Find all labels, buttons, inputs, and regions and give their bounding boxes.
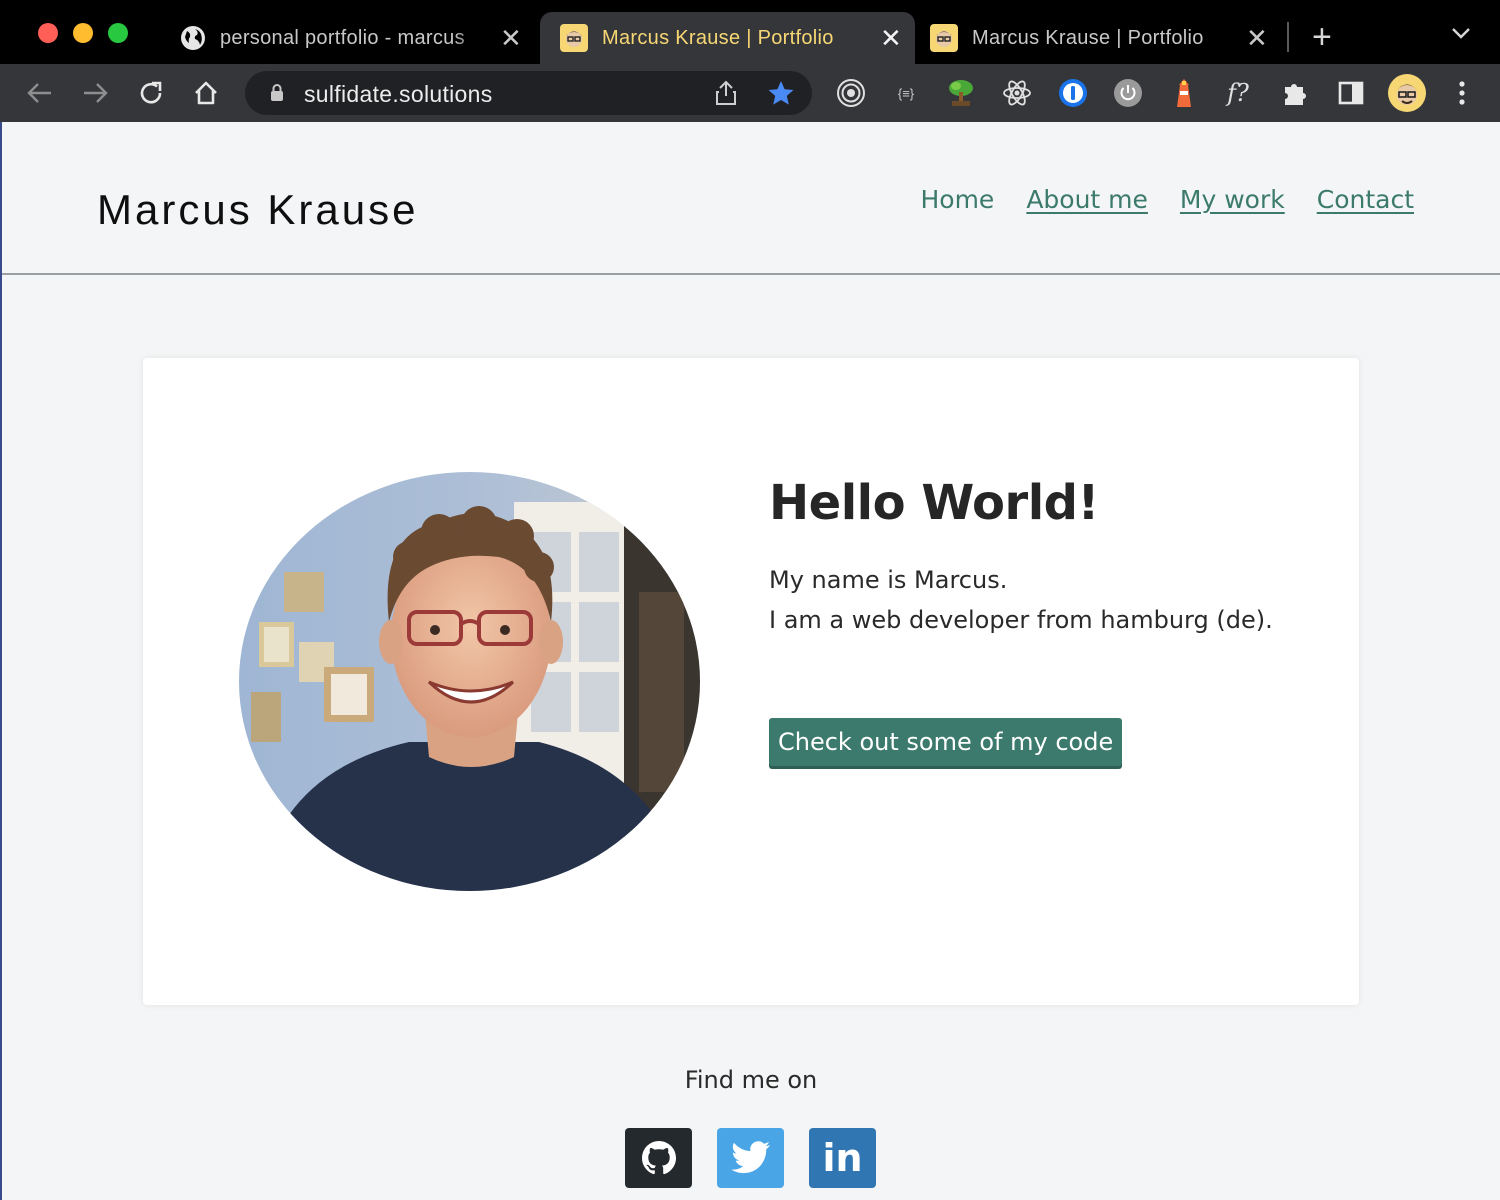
linkedin-link[interactable]: in: [809, 1128, 876, 1188]
bookmark-star-icon[interactable]: [767, 80, 795, 106]
profile-photo: [239, 472, 700, 891]
lighthouse-icon[interactable]: [1168, 77, 1200, 109]
fonts-ninja-label: f?: [1227, 79, 1249, 107]
react-devtools-icon[interactable]: [1001, 77, 1033, 109]
profile-avatar-icon[interactable]: [1388, 74, 1426, 112]
tab-title: Marcus Krause | Portfolio: [972, 26, 1204, 49]
chevron-down-icon[interactable]: [1450, 26, 1472, 40]
1password-icon[interactable]: [1057, 77, 1089, 109]
tab-title: personal portfolio - marcus: [220, 26, 465, 49]
url-text: sulfidate.solutions: [304, 81, 493, 107]
site-name[interactable]: Marcus Krause: [97, 186, 418, 234]
lock-icon: [271, 84, 283, 101]
tab-marcus-krause-portfolio[interactable]: Marcus Krause | Portfolio ✕: [930, 12, 1275, 64]
json-formatter-icon[interactable]: {≡}: [890, 77, 922, 109]
twitter-link[interactable]: [717, 1128, 784, 1188]
web-page: Marcus Krause Home About me My work Cont…: [2, 122, 1500, 1200]
nav-contact[interactable]: Contact: [1317, 185, 1414, 214]
hero-intro-role: I am a web developer from hamburg (de).: [769, 606, 1273, 634]
new-tab-icon[interactable]: +: [1312, 20, 1332, 54]
twitter-icon: [730, 1141, 770, 1174]
find-me-heading: Find me on: [684, 1066, 818, 1094]
close-window-button[interactable]: [38, 23, 58, 43]
site-header: Marcus Krause Home About me My work Cont…: [2, 122, 1500, 275]
close-tab-icon[interactable]: ✕: [880, 25, 902, 51]
bonsai-extension-icon[interactable]: [945, 77, 977, 109]
linkedin-icon: in: [822, 1136, 863, 1180]
more-menu-icon[interactable]: [1446, 77, 1478, 109]
hero-card: Hello World! My name is Marcus. I am a w…: [143, 358, 1359, 1005]
side-panel-icon[interactable]: [1335, 77, 1367, 109]
power-extension-icon[interactable]: [1112, 77, 1144, 109]
tab-marcus-krause-portfolio-active[interactable]: Marcus Krause | Portfolio ✕: [540, 12, 915, 64]
nav-home[interactable]: Home: [920, 185, 994, 214]
home-icon[interactable]: [191, 78, 221, 108]
json-formatter-label: {≡}: [897, 85, 915, 101]
github-icon: [641, 1141, 676, 1175]
tab-strip: personal portfolio - marcus ✕ Marcus Kra…: [0, 0, 1500, 64]
globe-icon: [181, 26, 205, 50]
hero-title: Hello World!: [769, 475, 1099, 531]
github-link[interactable]: [625, 1128, 692, 1188]
forward-arrow-icon[interactable]: [80, 78, 110, 108]
main-nav: Home About me My work Contact: [920, 185, 1414, 214]
avatar-favicon-icon: [930, 24, 958, 52]
puzzle-extensions-icon[interactable]: [1279, 77, 1311, 109]
minimize-window-button[interactable]: [73, 23, 93, 43]
back-arrow-icon[interactable]: [25, 78, 55, 108]
avatar-favicon-icon: [560, 24, 588, 52]
tab-personal-portfolio[interactable]: personal portfolio - marcus ✕: [180, 12, 530, 64]
fonts-ninja-icon[interactable]: f?: [1222, 77, 1254, 109]
tab-divider: [1287, 22, 1289, 52]
nav-about-me[interactable]: About me: [1026, 185, 1148, 214]
share-icon[interactable]: [715, 80, 737, 106]
reload-icon[interactable]: [136, 78, 166, 108]
close-tab-icon[interactable]: ✕: [1246, 25, 1268, 51]
hero-intro-name: My name is Marcus.: [769, 566, 1008, 594]
nav-my-work[interactable]: My work: [1180, 185, 1285, 214]
address-bar[interactable]: sulfidate.solutions: [245, 71, 812, 115]
target-extension-icon[interactable]: [835, 77, 867, 109]
browser-toolbar: sulfidate.solutions {≡} f?: [0, 64, 1500, 122]
tab-title: Marcus Krause | Portfolio: [602, 26, 834, 49]
close-tab-icon[interactable]: ✕: [500, 25, 522, 51]
check-out-code-button[interactable]: Check out some of my code: [769, 718, 1123, 766]
zoom-window-button[interactable]: [108, 23, 128, 43]
